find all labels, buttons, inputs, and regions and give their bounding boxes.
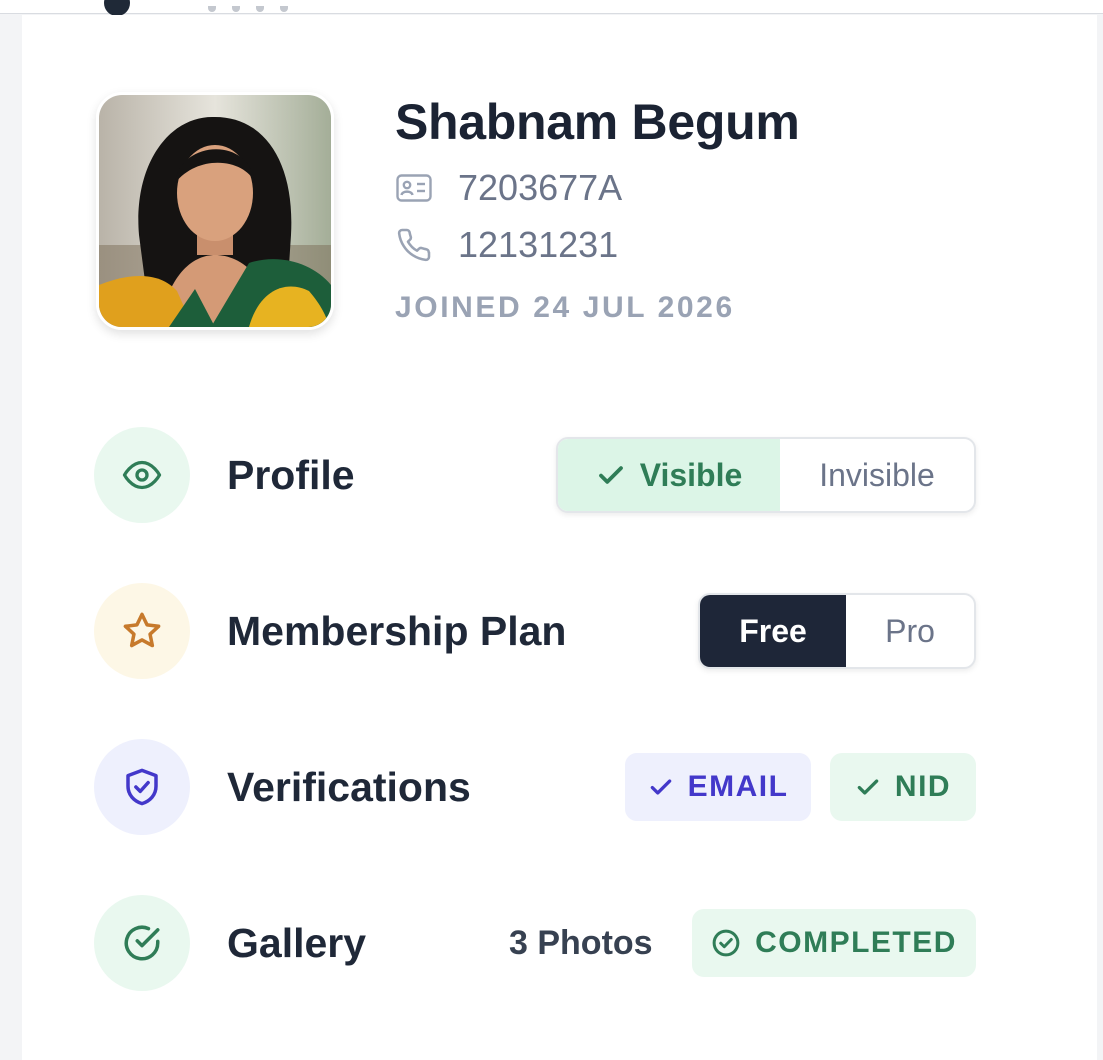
completed-badge-label: COMPLETED [755, 926, 957, 959]
member-card: Shabnam Begum 7203677A 12131231 JOINED 2… [22, 15, 1097, 1060]
gallery-row: Gallery 3 Photos COMPLETED [94, 895, 976, 991]
gallery-label: Gallery [227, 920, 367, 966]
previous-card-edge [104, 0, 304, 16]
check-icon [855, 774, 881, 800]
completed-badge: COMPLETED [692, 909, 976, 977]
check-icon [648, 774, 674, 800]
nid-badge-label: NID [894, 770, 952, 803]
id-number: 7203677A [458, 167, 623, 208]
check-icon [596, 460, 626, 490]
verifications-label: Verifications [227, 764, 471, 810]
visibility-toggle: Visible Invisible [556, 437, 976, 513]
free-option[interactable]: Free [700, 595, 846, 667]
invisible-option[interactable]: Invisible [780, 439, 974, 511]
profile-visibility-row: Profile Visible Invisible [94, 427, 976, 523]
email-badge-label: EMAIL [687, 770, 789, 803]
pro-option-label: Pro [885, 612, 935, 649]
free-option-label: Free [739, 612, 807, 649]
member-name: Shabnam Begum [395, 94, 800, 150]
membership-plan-label: Membership Plan [227, 608, 567, 654]
nid-verified-badge: NID [830, 753, 976, 821]
phone-row: 12131231 [395, 224, 618, 266]
visible-option[interactable]: Visible [558, 439, 780, 511]
avatar[interactable] [96, 92, 334, 330]
phone-number: 12131231 [458, 224, 619, 265]
check-circle-icon [711, 928, 741, 958]
joined-date: JOINED 24 JUL 2026 [395, 291, 735, 324]
verifications-row: Verifications EMAIL NID [94, 739, 976, 835]
phone-icon [395, 226, 433, 264]
star-icon [94, 583, 190, 679]
email-verified-badge: EMAIL [625, 753, 811, 821]
membership-plan-row: Membership Plan Free Pro [94, 583, 976, 679]
eye-icon [94, 427, 190, 523]
profile-label: Profile [227, 452, 355, 498]
pro-option[interactable]: Pro [846, 595, 974, 667]
id-row: 7203677A [395, 167, 622, 209]
visible-option-label: Visible [639, 456, 743, 493]
plan-toggle: Free Pro [698, 593, 976, 669]
invisible-option-label: Invisible [819, 456, 935, 493]
check-circle-icon [94, 895, 190, 991]
id-card-icon [395, 169, 433, 207]
shield-check-icon [94, 739, 190, 835]
photo-count[interactable]: 3 Photos [509, 895, 653, 991]
